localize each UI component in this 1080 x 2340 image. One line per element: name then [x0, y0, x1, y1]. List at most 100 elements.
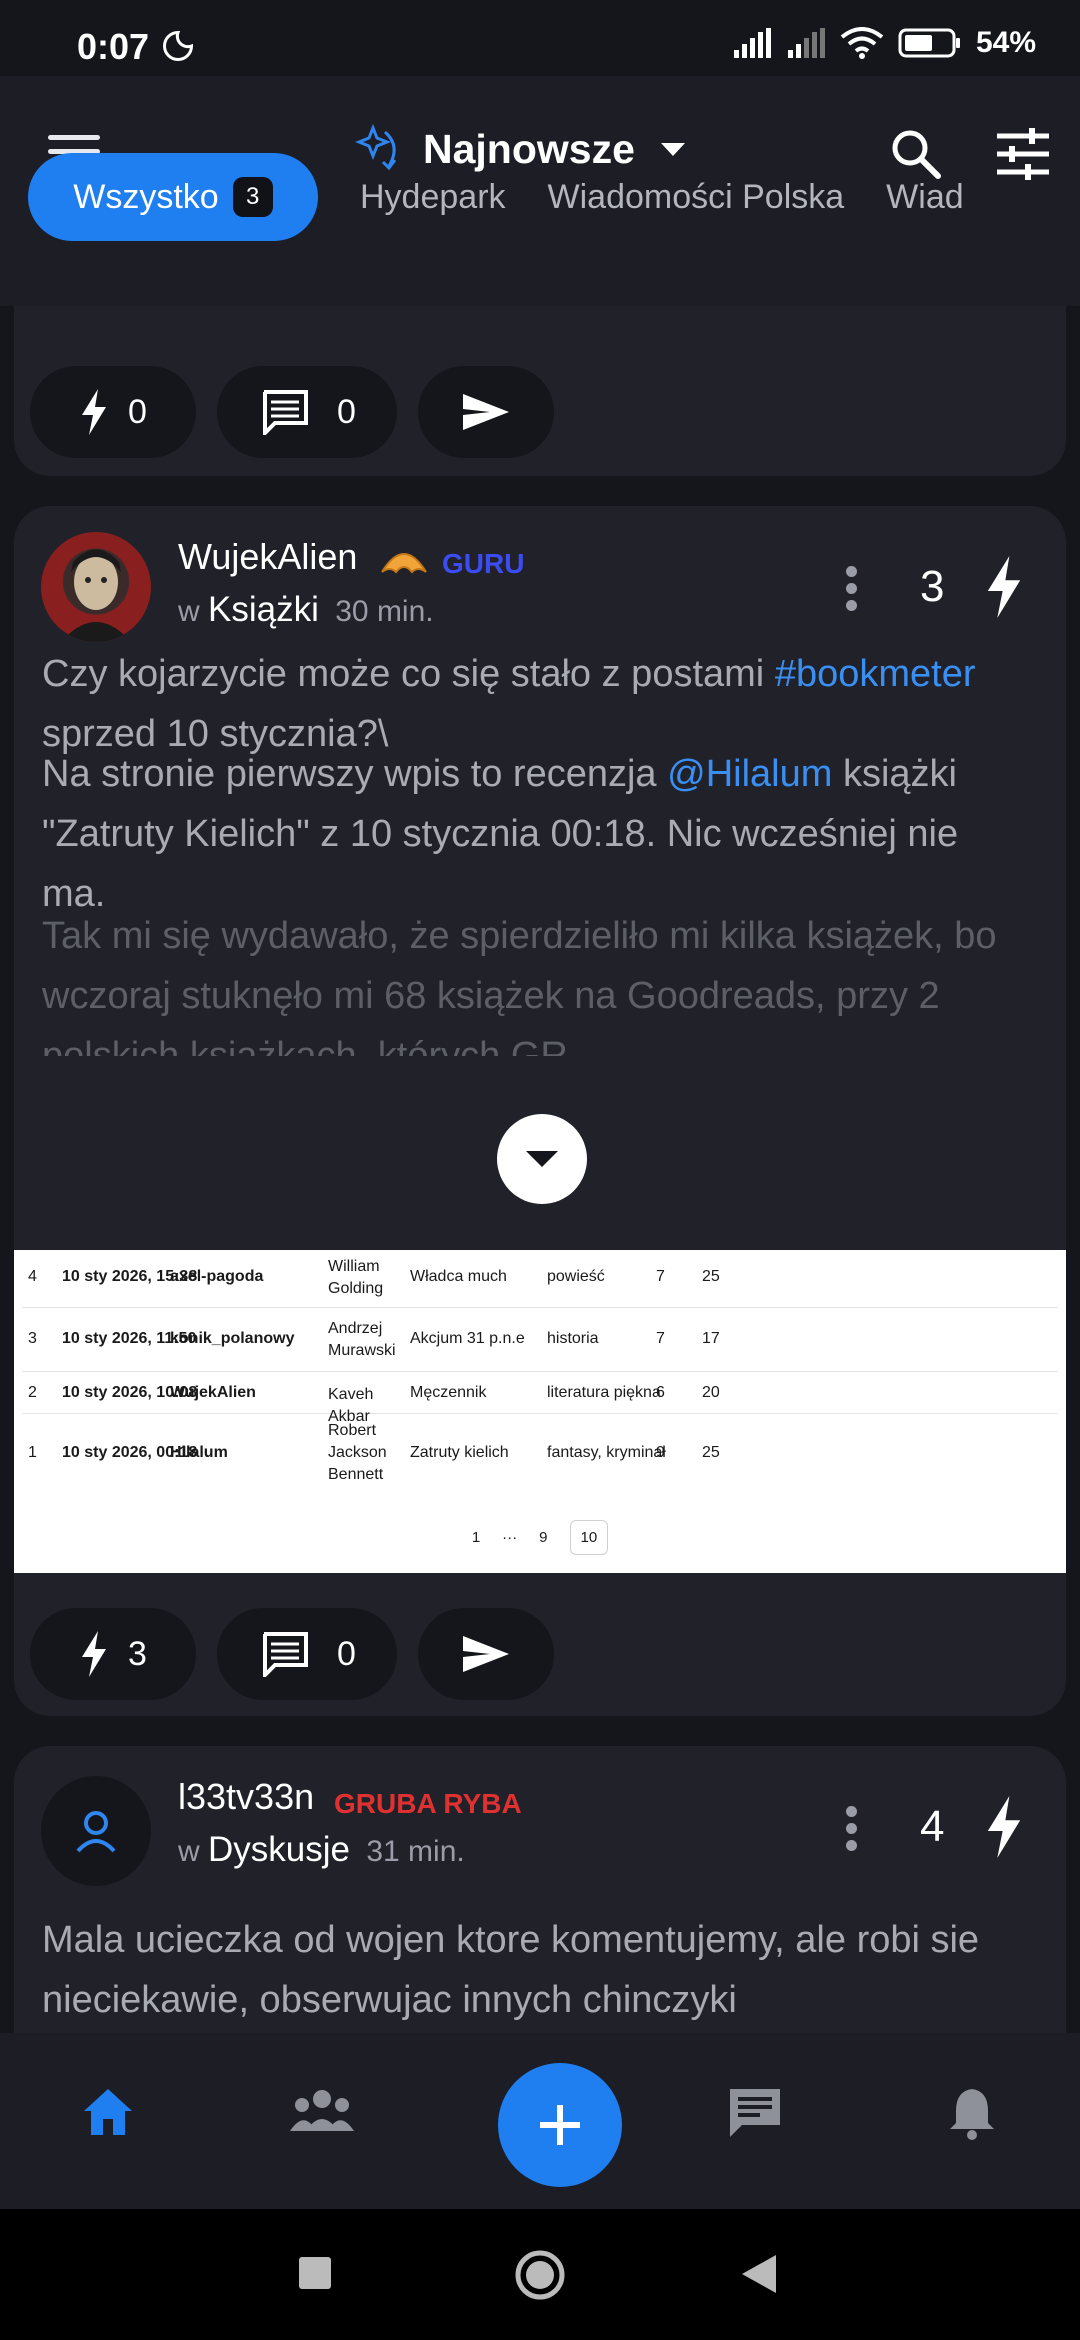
- tab-wiadomosci-polska[interactable]: Wiadomości Polska: [548, 178, 845, 217]
- more-options-icon[interactable]: [846, 1800, 858, 1857]
- post-meta: w Dyskusje 31 min.: [178, 1830, 465, 1870]
- cell-value: 7: [656, 1268, 665, 1285]
- comment-count: 0: [337, 392, 356, 431]
- messages-icon[interactable]: [726, 2085, 784, 2141]
- post-username[interactable]: l33tv33n: [178, 1776, 314, 1818]
- dot: [846, 1840, 857, 1851]
- text-span: Czy kojarzycie może co się stało z posta…: [42, 653, 775, 695]
- post-time: 30 min.: [335, 595, 434, 628]
- comment-count: 0: [337, 1634, 356, 1673]
- cell-value: 17: [702, 1330, 720, 1347]
- bolt-vote-icon[interactable]: [984, 556, 1024, 618]
- cell-value: 6: [656, 1384, 665, 1401]
- dot: [846, 566, 857, 577]
- add-post-button[interactable]: [498, 2063, 622, 2187]
- post-category[interactable]: Dyskusje: [208, 1830, 350, 1869]
- post-category[interactable]: Książki: [208, 590, 319, 629]
- community-icon[interactable]: [290, 2085, 354, 2137]
- cell-genre: fantasy, kryminał: [547, 1444, 666, 1461]
- in-label: w: [178, 595, 200, 628]
- table-row: 4 10 sty 2026, 15:38 axel-pagoda William…: [22, 1250, 1058, 1308]
- comments-button[interactable]: 0: [217, 366, 397, 458]
- tab-count-badge: 3: [232, 177, 273, 217]
- status-time: 0:07: [77, 26, 150, 67]
- cell-user: WujekAlien: [170, 1384, 256, 1401]
- recents-icon[interactable]: [299, 2257, 331, 2289]
- battery-percent: 54%: [975, 26, 1036, 59]
- more-options-icon[interactable]: [846, 560, 858, 617]
- home-circle-icon[interactable]: [514, 2249, 566, 2301]
- cell-author: William Golding: [328, 1258, 384, 1297]
- chevron-down-icon: [526, 1151, 558, 1167]
- tab-hydepark[interactable]: Hydepark: [360, 178, 506, 217]
- post-score: 3: [920, 562, 945, 611]
- plus-icon: [540, 2105, 580, 2145]
- comments-button[interactable]: 0: [217, 1608, 397, 1700]
- category-tabs: Wszystko 3 Hydepark Wiadomości Polska Wi…: [28, 153, 964, 241]
- table-row: 1 10 sty 2026, 00:18 Hilalum Robert Jack…: [22, 1414, 1058, 1496]
- dot: [846, 583, 857, 594]
- cell-genre: historia: [547, 1330, 599, 1347]
- user-rank-badge: GURU: [442, 548, 525, 579]
- expand-post-button[interactable]: [497, 1114, 587, 1204]
- hashtag-link[interactable]: #bookmeter: [775, 653, 976, 695]
- cell-user: konik_polanowy: [170, 1330, 295, 1347]
- dot: [846, 600, 857, 611]
- cell-id: 3: [28, 1330, 37, 1347]
- bolt-icon: [82, 1631, 106, 1677]
- back-icon[interactable]: [742, 2255, 776, 2293]
- post-body: Mala ucieczka od wojen ktore komentujemy…: [42, 1919, 980, 2021]
- post-username[interactable]: WujekAlien: [178, 536, 357, 578]
- cell-author: Andrzej Murawski: [328, 1320, 396, 1359]
- bolt-button[interactable]: 0: [30, 366, 196, 458]
- signal-icon: [733, 28, 771, 58]
- in-label: w: [178, 1835, 200, 1868]
- dot: [846, 1823, 857, 1834]
- bolt-icon: [82, 389, 106, 435]
- cell-title: Władca much: [410, 1268, 507, 1285]
- croissant-icon: [381, 553, 427, 574]
- home-icon[interactable]: [80, 2085, 136, 2137]
- notifications-bell-icon[interactable]: [946, 2085, 998, 2141]
- cell-id: 4: [28, 1268, 37, 1285]
- tab-label: Wszystko: [73, 177, 219, 216]
- filter-sliders-icon[interactable]: [995, 128, 1051, 180]
- cell-value: 20: [702, 1384, 720, 1401]
- send-icon: [463, 394, 509, 430]
- battery-icon: [898, 28, 960, 58]
- post-score: 4: [920, 1802, 945, 1851]
- tab-wiadomosci[interactable]: Wiad: [886, 178, 963, 217]
- comment-icon: [263, 1632, 308, 1677]
- table-pagination: 1 ··· 9 10: [14, 1520, 1066, 1555]
- tab-wszystko[interactable]: Wszystko 3: [28, 153, 318, 241]
- post-image-table[interactable]: 4 10 sty 2026, 15:38 axel-pagoda William…: [14, 1250, 1066, 1573]
- dot: [846, 1806, 857, 1817]
- page-ellipsis: ···: [502, 1529, 518, 1546]
- wifi-icon: [840, 27, 884, 59]
- cell-id: 2: [28, 1384, 37, 1401]
- bolt-button[interactable]: 3: [30, 1608, 196, 1700]
- avatar[interactable]: [41, 1776, 151, 1886]
- cell-title: Męczennik: [410, 1384, 487, 1401]
- cell-value: 25: [702, 1444, 720, 1461]
- table-row: 2 10 sty 2026, 10:08 WujekAlien Kaveh Ak…: [22, 1372, 1058, 1425]
- mention-link[interactable]: @Hilalum: [667, 753, 832, 795]
- share-button[interactable]: [418, 1608, 554, 1700]
- signal-2-icon: [787, 28, 825, 58]
- cell-author: Robert Jackson Bennett: [328, 1422, 387, 1483]
- post-paragraph-2: Na stronie pierwszy wpis to recenzja @Hi…: [42, 744, 1032, 924]
- status-bar: 0:07 54%: [0, 0, 1080, 76]
- menu-line: [48, 135, 100, 140]
- share-button[interactable]: [418, 366, 554, 458]
- bolt-vote-icon[interactable]: [984, 1796, 1024, 1858]
- send-icon: [463, 1636, 509, 1672]
- cell-user: Hilalum: [170, 1444, 228, 1461]
- cell-title: Zatruty kielich: [410, 1444, 509, 1461]
- bolt-count: 3: [128, 1634, 147, 1673]
- avatar[interactable]: [41, 532, 151, 642]
- cell-genre: powieść: [547, 1268, 605, 1285]
- post-meta: w Książki 30 min.: [178, 590, 434, 630]
- cell-value: 9: [656, 1444, 665, 1461]
- cell-id: 1: [28, 1444, 37, 1461]
- bottom-navigation: [0, 2033, 1080, 2209]
